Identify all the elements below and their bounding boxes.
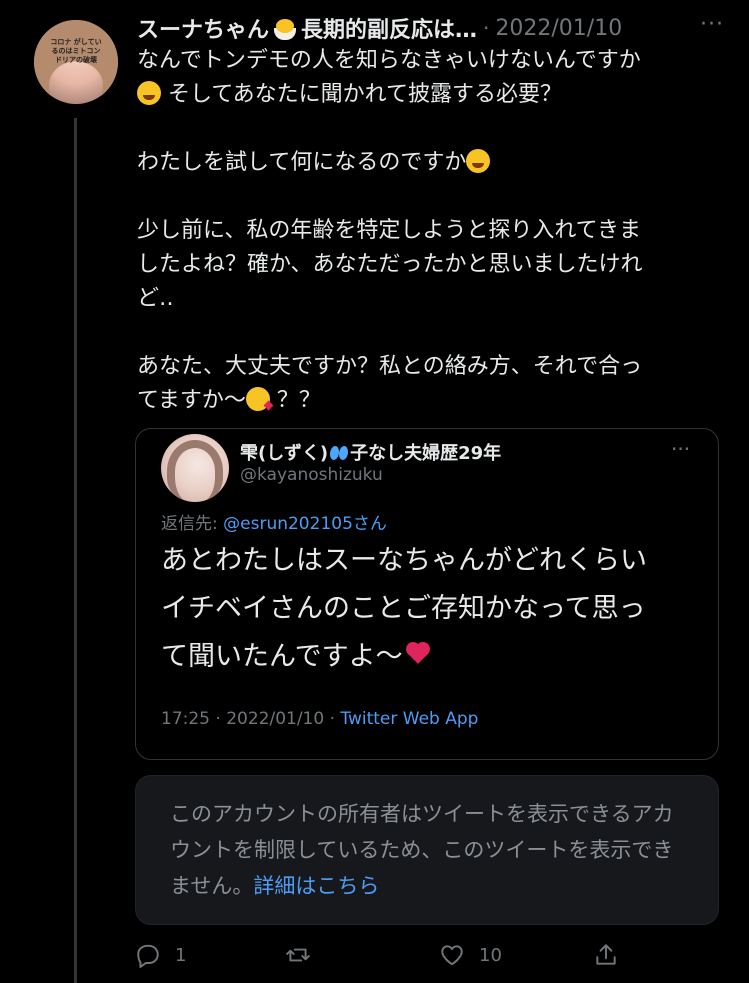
tweet-line: てますか〜 ？？ bbox=[137, 387, 321, 413]
reply-to-line: 返信先: @esrun202105さん bbox=[161, 514, 387, 534]
tweet-line: わたしを試して何になるのですか bbox=[137, 146, 717, 180]
quoted-line: あとわたしはスーなちゃんがどれくらい bbox=[161, 545, 647, 576]
author-name-suffix[interactable]: 長期的副反応は… bbox=[301, 12, 477, 44]
tweet-date[interactable]: 2022/01/10 bbox=[495, 16, 622, 41]
like-button[interactable]: 10 bbox=[439, 935, 502, 975]
tweet-line: したよね？確か、あなただったかと思いましたけれ bbox=[137, 252, 643, 277]
reply-button[interactable]: 1 bbox=[135, 935, 186, 975]
quoted-tweet-meta: 17:25 · 2022/01/10 · Twitter Web App bbox=[161, 709, 478, 729]
like-count: 10 bbox=[479, 944, 502, 966]
tweet-header: スーナちゃん 長期的副反応は… · 2022/01/10 bbox=[137, 10, 717, 46]
face-blowing-kiss-emoji-icon bbox=[245, 387, 274, 411]
quoted-author-handle[interactable]: @kayanoshizuku bbox=[240, 465, 383, 485]
author-avatar[interactable]: コロナ がしているのはミトコンドリアの破壊 bbox=[34, 20, 118, 104]
butterfly-icon bbox=[330, 446, 349, 460]
tweet-line: あなた、大丈夫ですか？私との絡み方、それで合っ bbox=[137, 354, 643, 379]
separator-dot: · bbox=[483, 16, 490, 40]
heart-icon bbox=[441, 945, 463, 966]
author-name[interactable]: スーナちゃん bbox=[137, 12, 269, 44]
source-app-link[interactable]: Twitter Web App bbox=[340, 709, 478, 729]
quoted-line: て聞いたんですよ〜 bbox=[161, 633, 701, 681]
quoted-timestamp[interactable]: 17:25 · 2022/01/10 · bbox=[161, 709, 340, 729]
quoted-author-avatar[interactable] bbox=[161, 434, 229, 502]
quoted-line: イチベイさんのことご存知かなって思っ bbox=[161, 593, 646, 624]
tweet-text: なんでトンデモの人を知らなきゃいけないんですか そしてあなたに聞かれて披露する必… bbox=[137, 44, 717, 418]
quoted-more-options-icon[interactable]: ··· bbox=[671, 437, 690, 461]
reply-icon bbox=[137, 944, 159, 968]
red-heart-emoji-icon bbox=[407, 644, 428, 664]
retweet-icon bbox=[286, 948, 310, 962]
quoted-author-name[interactable]: 雫(しずく) 子なし夫婦歴29年 bbox=[240, 439, 501, 465]
learn-more-link[interactable]: 詳細はこちら bbox=[253, 874, 379, 898]
tweet-line: なんでトンデモの人を知らなきゃいけないんですか bbox=[137, 48, 641, 73]
hatching-chick-icon bbox=[273, 16, 297, 40]
retweet-button[interactable] bbox=[285, 935, 325, 975]
share-button[interactable] bbox=[593, 935, 633, 975]
tweet-line: そしてあなたに聞かれて披露する必要？ bbox=[137, 78, 717, 112]
quoted-tweet-text: あとわたしはスーなちゃんがどれくらい イチベイさんのことご存知かなって思っ て聞… bbox=[161, 537, 701, 681]
share-icon bbox=[596, 944, 616, 965]
tweet-line: 少し前に、私の年齢を特定しようと探り入れてきま bbox=[137, 218, 642, 243]
action-bar: 1 10 bbox=[135, 935, 735, 975]
hugging-face-emoji-icon bbox=[466, 149, 491, 173]
notice-text: このアカウントの所有者はツイートを表示できるアカウントを制限しているため、このツ… bbox=[170, 802, 674, 898]
thread-line bbox=[74, 118, 77, 983]
reply-count: 1 bbox=[175, 944, 187, 966]
avatar-label: コロナ がしているのはミトコンドリアの破壊 bbox=[50, 38, 102, 64]
more-options-icon[interactable]: ··· bbox=[700, 12, 724, 37]
reply-to-handle-link[interactable]: @esrun202105さん bbox=[223, 514, 387, 534]
restricted-tweet-notice: このアカウントの所有者はツイートを表示できるアカウントを制限しているため、このツ… bbox=[135, 775, 719, 925]
quoted-tweet[interactable]: 雫(しずく) 子なし夫婦歴29年 @kayanoshizuku ··· 返信先: … bbox=[135, 428, 719, 760]
tweet-line: ど‥ bbox=[137, 286, 174, 311]
tears-of-joy-emoji-icon bbox=[137, 81, 161, 105]
